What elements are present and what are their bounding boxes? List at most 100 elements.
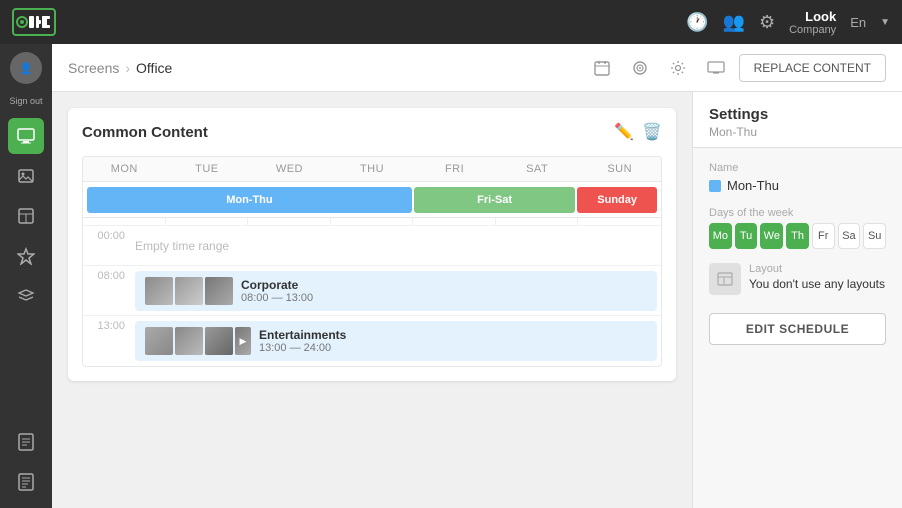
time-content-0800: Corporate 08:00 — 13:00	[131, 266, 661, 315]
avatar[interactable]: 👤	[10, 52, 42, 84]
corporate-name: Corporate	[241, 278, 313, 292]
layout-info: Layout You don't use any layouts	[749, 263, 885, 291]
day-btn-th[interactable]: Th	[786, 223, 809, 249]
target-icon-btn[interactable]	[625, 53, 655, 83]
time-content-1300: ▶ Entertainments 13:00 — 24:00	[131, 316, 661, 366]
corporate-thumbnails	[145, 277, 233, 305]
sign-out-label[interactable]: Sign out	[9, 96, 42, 106]
time-content-0000: Empty time range	[131, 226, 661, 265]
panel-actions: ✏️ 🗑️	[614, 122, 662, 142]
day-headers: MON TUE WED THU FRI SAT SUN	[83, 157, 661, 182]
logo-box	[12, 8, 56, 36]
time-label-0000: 00:00	[83, 226, 131, 265]
corporate-time: 08:00 — 13:00	[241, 292, 313, 304]
replace-content-button[interactable]: REPLACE CONTENT	[739, 54, 886, 82]
color-dot	[709, 180, 721, 192]
day-sat: SAT	[496, 157, 579, 181]
schedule-panel: Common Content ✏️ 🗑️ MON TUE WED	[68, 108, 676, 381]
entertainments-info: Entertainments 13:00 — 24:00	[259, 328, 346, 354]
chevron-down-icon: ▼	[880, 17, 890, 28]
ent-thumb-3	[205, 327, 233, 355]
breadcrumb-separator: ›	[125, 60, 130, 76]
topbar-right: 🕐 👥 ⚙ Look Company En ▼	[686, 9, 890, 36]
sidebar-item-layers[interactable]	[8, 278, 44, 314]
name-label: Name	[709, 162, 886, 174]
corporate-info: Corporate 08:00 — 13:00	[241, 278, 313, 304]
layout-label: Layout	[749, 263, 885, 275]
day-thu: THU	[331, 157, 414, 181]
sidebar-item-layouts[interactable]	[8, 198, 44, 234]
sidebar-item-screens[interactable]	[8, 118, 44, 154]
bar-sunday[interactable]: Sunday	[577, 187, 657, 213]
monitor-icon-btn[interactable]	[701, 53, 731, 83]
day-btn-we[interactable]: We	[760, 223, 783, 249]
topbar: 🕐 👥 ⚙ Look Company En ▼	[0, 0, 902, 44]
entertainments-time: 13:00 — 24:00	[259, 342, 346, 354]
layout-value: You don't use any layouts	[749, 277, 885, 291]
calendar-grid: MON TUE WED THU FRI SAT SUN Mon-Thu Fri-…	[82, 156, 662, 367]
day-mon: MON	[83, 157, 166, 181]
header-actions: REPLACE CONTENT	[587, 53, 886, 83]
time-label-1300: 13:00	[83, 316, 131, 366]
edit-schedule-button[interactable]: EDIT SCHEDULE	[709, 313, 886, 345]
inner-layout: Common Content ✏️ 🗑️ MON TUE WED	[52, 92, 902, 508]
content-header: Screens › Office REPLACE CONTENT	[52, 44, 902, 92]
panel-title: Common Content	[82, 124, 208, 141]
name-value: Mon-Thu	[727, 178, 779, 193]
entertainments-name: Entertainments	[259, 328, 346, 342]
bar-mon-thu[interactable]: Mon-Thu	[87, 187, 412, 213]
days-label: Days of the week	[709, 207, 886, 219]
logo[interactable]	[12, 8, 56, 36]
empty-range-label: Empty time range	[135, 239, 229, 253]
day-fri: FRI	[413, 157, 496, 181]
user-info[interactable]: Look Company	[789, 9, 836, 36]
users-icon[interactable]: 👥	[723, 12, 745, 33]
ent-thumb-1	[145, 327, 173, 355]
entertainments-thumbnails: ▶	[145, 327, 251, 355]
settings-gear-icon-btn[interactable]	[663, 53, 693, 83]
bar-fri-sat[interactable]: Fri-Sat	[414, 187, 575, 213]
schedule-bars: Mon-Thu Fri-Sat Sunday	[83, 182, 661, 218]
sidebar-top: 👤 Sign out	[9, 52, 42, 114]
user-company: Company	[789, 24, 836, 36]
time-label-0800: 08:00	[83, 266, 131, 315]
settings-header: Settings Mon-Thu	[693, 92, 902, 148]
ent-thumb-4: ▶	[235, 327, 251, 355]
sidebar-item-images[interactable]	[8, 158, 44, 194]
time-row-1300: 13:00 ▶	[83, 316, 661, 366]
schedule-area: Common Content ✏️ 🗑️ MON TUE WED	[52, 92, 692, 508]
time-row-0800: 08:00 Corp	[83, 266, 661, 316]
settings-panel: Settings Mon-Thu Name Mon-Thu Days of	[692, 92, 902, 508]
time-rows: 00:00 Empty time range 08:00	[83, 226, 661, 366]
delete-icon[interactable]: 🗑️	[642, 122, 662, 142]
thumb-1	[145, 277, 173, 305]
clock-icon[interactable]: 🕐	[686, 12, 708, 33]
day-btn-tu[interactable]: Tu	[735, 223, 758, 249]
breadcrumb-screens[interactable]: Screens	[68, 60, 119, 76]
ent-thumb-2	[175, 327, 203, 355]
layout-icon	[709, 263, 741, 295]
content-item-entertainments[interactable]: ▶ Entertainments 13:00 — 24:00	[135, 321, 657, 361]
breadcrumb-current: Office	[136, 60, 172, 76]
settings-title: Settings	[709, 106, 886, 123]
day-wed: WED	[248, 157, 331, 181]
day-btn-fr[interactable]: Fr	[812, 223, 835, 249]
user-name: Look	[805, 9, 836, 24]
calendar-icon-btn[interactable]	[587, 53, 617, 83]
settings-icon[interactable]: ⚙	[759, 12, 775, 33]
edit-icon[interactable]: ✏️	[614, 122, 634, 142]
day-btn-sa[interactable]: Sa	[838, 223, 861, 249]
breadcrumb: Screens › Office	[68, 60, 172, 76]
sidebar-item-doc1[interactable]	[8, 424, 44, 460]
main-layout: 👤 Sign out Screens	[0, 44, 902, 508]
layout-field: Layout You don't use any layouts	[709, 263, 886, 295]
lang-selector[interactable]: En	[850, 15, 866, 30]
day-btn-su[interactable]: Su	[863, 223, 886, 249]
content-item-corporate[interactable]: Corporate 08:00 — 13:00	[135, 271, 657, 311]
thumb-3	[205, 277, 233, 305]
day-btn-mo[interactable]: Mo	[709, 223, 732, 249]
sidebar-item-doc2[interactable]	[8, 464, 44, 500]
name-field: Name Mon-Thu	[709, 162, 886, 193]
sidebar-item-star[interactable]	[8, 238, 44, 274]
grid-spacer	[83, 218, 661, 226]
